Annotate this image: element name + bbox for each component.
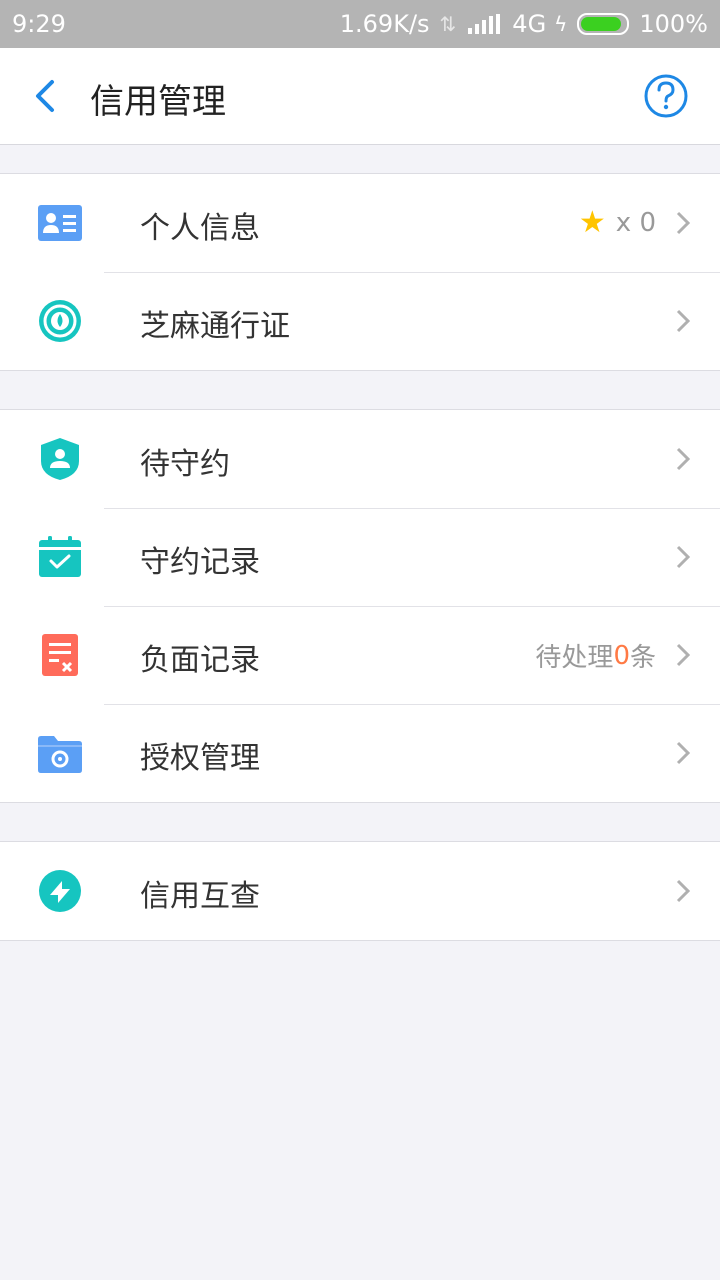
calendar-check-icon [39,536,81,577]
back-icon[interactable] [20,70,72,122]
star-count: ★ x 0 [579,205,656,240]
chevron-right-icon [676,211,690,235]
menu-group-1: 个人信息 ★ x 0 芝麻通行证 [0,173,720,371]
network-type: 4G [512,10,547,38]
status-right: 1.69K/s ⇅ 4G ϟ 100% [340,10,708,38]
credit-exchange-icon [39,870,81,912]
pending-number: 0 [613,640,630,671]
menu-group-2: 待守约 守约记录 负面记录 待处理 0 条 授权管理 [0,409,720,803]
data-transfer-icon: ⇅ [439,12,457,36]
menu-item-label: 待守约 [140,447,230,482]
chevron-right-icon [676,643,690,667]
chevron-right-icon [676,545,690,569]
nav-bar: 信用管理 [0,48,720,145]
id-card-icon [38,205,82,241]
shield-user-icon [41,438,79,480]
pending-count: 待处理 0 条 [535,637,656,674]
signal-icon [468,14,501,34]
menu-item-pending-promise[interactable]: 待守约 [0,410,720,508]
star-count-text: x 0 [615,207,656,238]
chevron-right-icon [676,741,690,765]
status-bar: 9:29 1.69K/s ⇅ 4G ϟ 100% [0,0,720,48]
menu-group-3: 信用互查 [0,841,720,941]
menu-item-negative-records[interactable]: 负面记录 待处理 0 条 [0,606,720,704]
menu-item-label: 个人信息 [140,211,260,246]
page-title: 信用管理 [90,82,226,122]
battery-level: 100% [639,10,708,38]
menu-item-authorization[interactable]: 授权管理 [0,704,720,802]
star-icon: ★ [578,205,606,240]
help-icon[interactable] [642,72,690,120]
battery-icon [577,13,630,35]
folder-settings-icon [38,736,82,773]
net-speed: 1.69K/s [339,10,430,38]
pending-prefix: 待处理 [535,643,614,673]
chevron-right-icon [676,447,690,471]
chevron-right-icon [676,309,690,333]
pending-suffix: 条 [629,643,656,673]
menu-item-promise-records[interactable]: 守约记录 [0,508,720,606]
menu-item-zhima-pass[interactable]: 芝麻通行证 [0,272,720,370]
charging-icon: ϟ [554,12,568,36]
menu-item-label: 负面记录 [140,643,260,678]
menu-item-label: 守约记录 [140,545,260,580]
zhima-badge-icon [39,300,81,342]
status-time: 9:29 [12,10,66,38]
menu-item-label: 信用互查 [140,879,260,914]
menu-item-label: 授权管理 [140,741,260,776]
menu-item-label: 芝麻通行证 [140,309,290,344]
menu-item-credit-check[interactable]: 信用互查 [0,842,720,940]
document-error-icon [42,634,78,676]
chevron-right-icon [676,879,690,903]
menu-item-personal-info[interactable]: 个人信息 ★ x 0 [0,174,720,272]
